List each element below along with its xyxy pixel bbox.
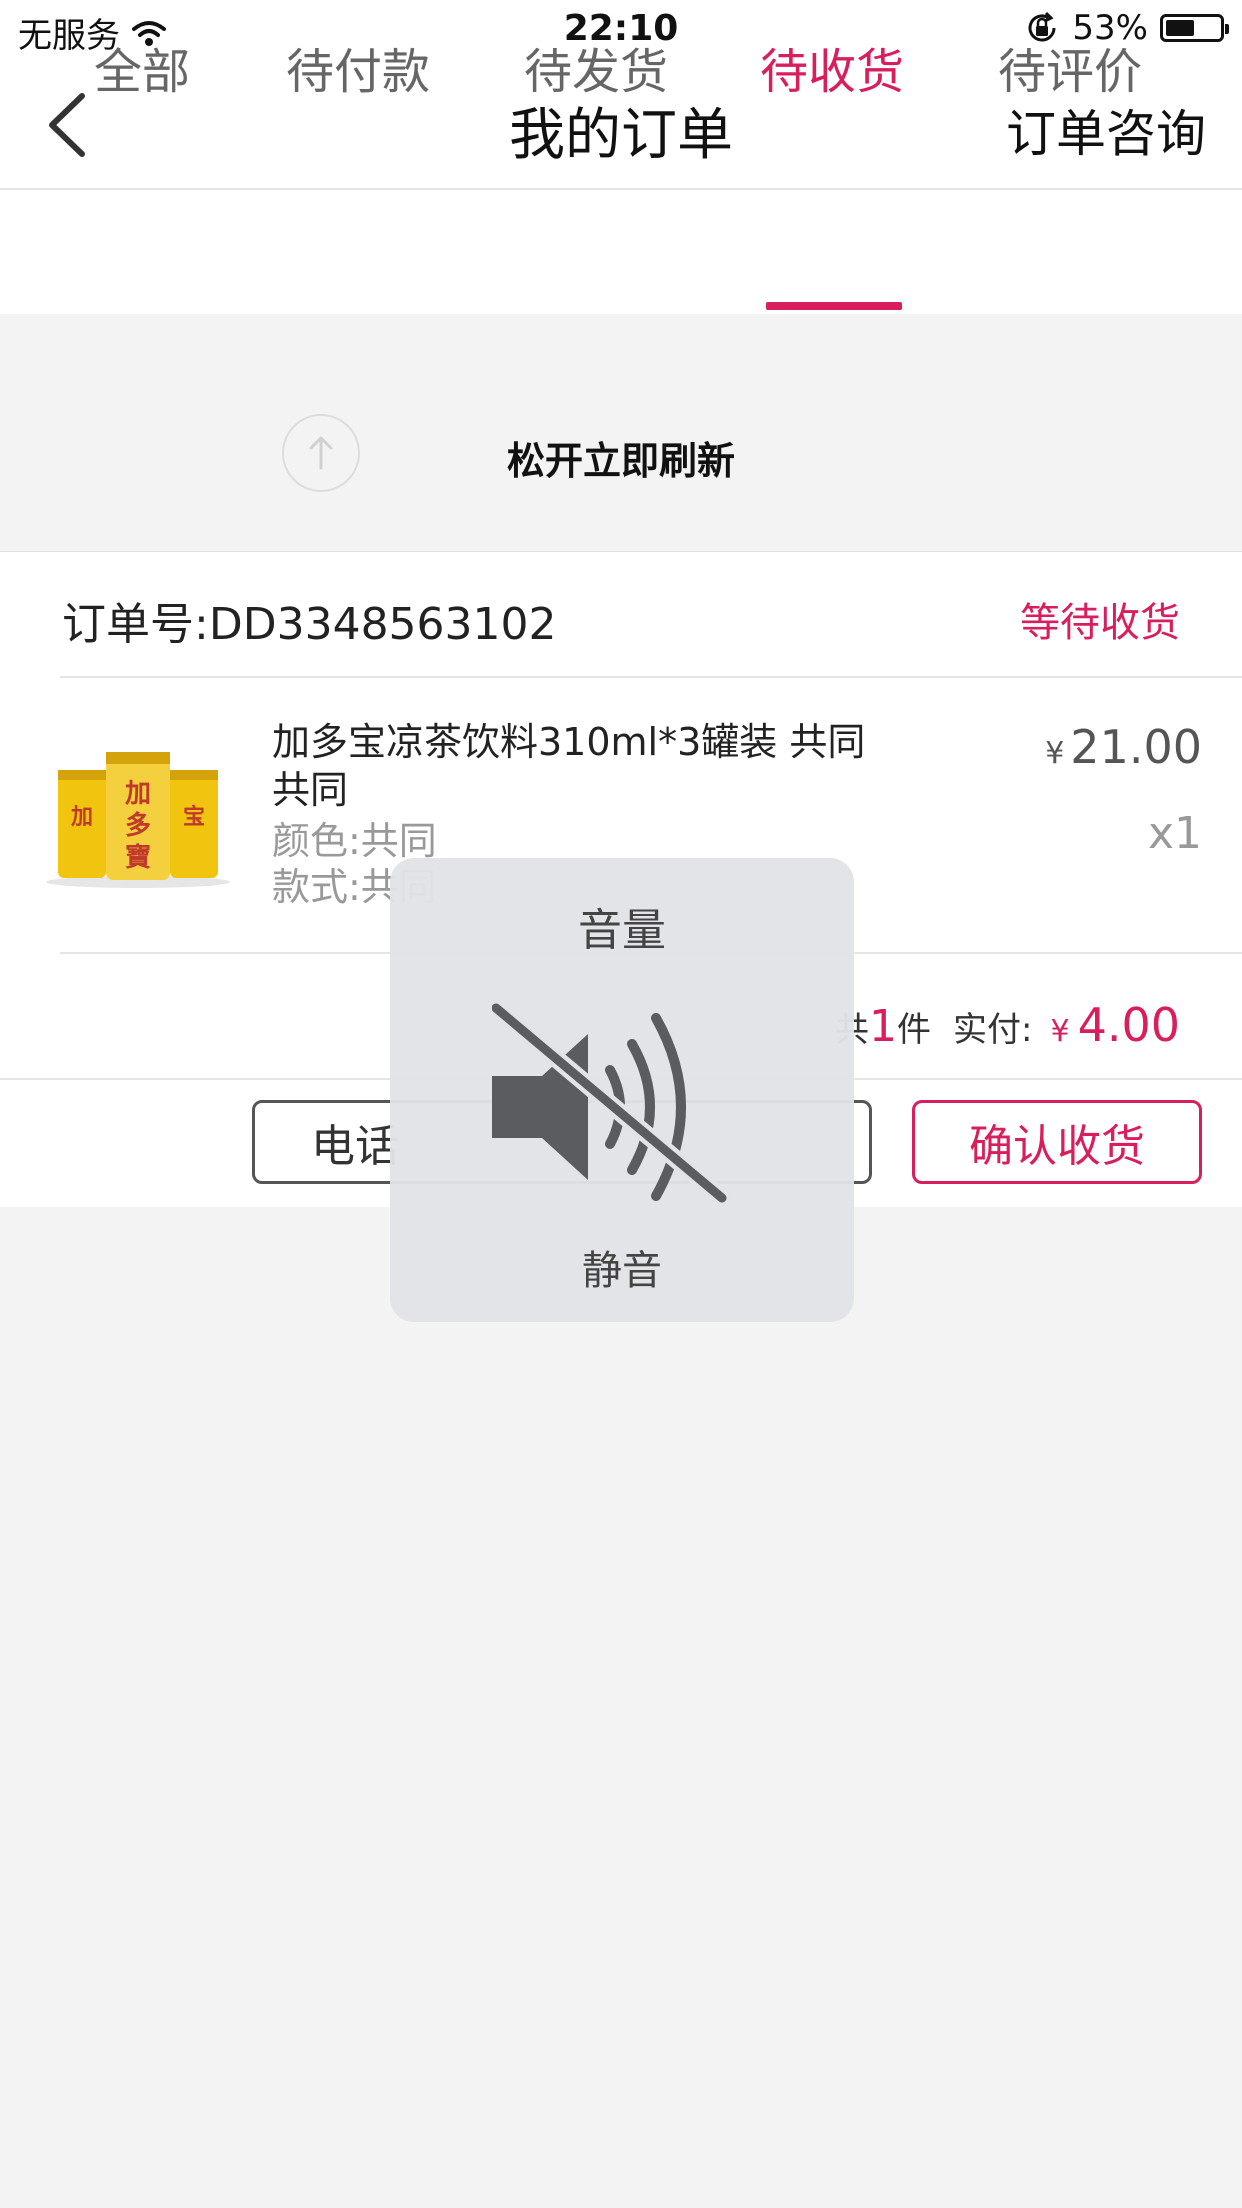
order-inquiry-button[interactable]: 订单咨询 [1006, 94, 1206, 166]
speaker-muted-icon [492, 999, 731, 1207]
svg-text:多: 多 [125, 811, 151, 841]
mute-label: 静音 [582, 1248, 662, 1294]
tab-pending-receipt[interactable]: 待收货 [752, 32, 912, 102]
product-image[interactable]: 加 宝 加 多 寶 [38, 742, 238, 892]
volume-title: 音量 [578, 905, 666, 956]
battery-fill [1166, 20, 1194, 36]
order-summary: 共 1 件 实付: ¥ 4.00 [835, 998, 1180, 1052]
product-price: ¥21.00 [1045, 720, 1202, 774]
battery-icon [1160, 14, 1229, 42]
divider [60, 676, 1242, 678]
item-count: 1 [869, 1001, 898, 1052]
volume-hud: 音量 静音 [390, 858, 854, 1322]
summary-unit: 件 [897, 1010, 932, 1050]
refresh-hint: 松开立即刷新 [506, 439, 735, 483]
svg-text:加: 加 [70, 805, 93, 830]
svg-text:宝: 宝 [183, 804, 205, 830]
confirm-receipt-button[interactable]: 确认收货 [912, 1100, 1202, 1184]
paid-amount: 4.00 [1077, 998, 1180, 1052]
svg-text:寶: 寶 [125, 842, 151, 873]
order-number: 订单号:DD3348563102 [62, 599, 557, 650]
paid-label: 实付: [953, 1010, 1033, 1050]
currency-symbol: ¥ [1045, 736, 1065, 771]
order-status: 等待收货 [1020, 600, 1180, 646]
product-quantity: x1 [1147, 808, 1202, 859]
active-tab-indicator [766, 302, 902, 310]
tab-pending-shipment[interactable]: 待发货 [516, 32, 676, 102]
tab-all[interactable]: 全部 [62, 32, 222, 102]
tab-pending-payment[interactable]: 待付款 [278, 32, 438, 102]
tab-pending-review[interactable]: 待评价 [990, 32, 1150, 102]
product-name[interactable]: 加多宝凉茶饮料310ml*3罐装 共同 共同 [272, 718, 872, 814]
order-tabs [0, 190, 1242, 314]
svg-text:加: 加 [125, 779, 151, 809]
price-value: 21.00 [1070, 720, 1202, 774]
currency-symbol: ¥ [1050, 1014, 1070, 1049]
